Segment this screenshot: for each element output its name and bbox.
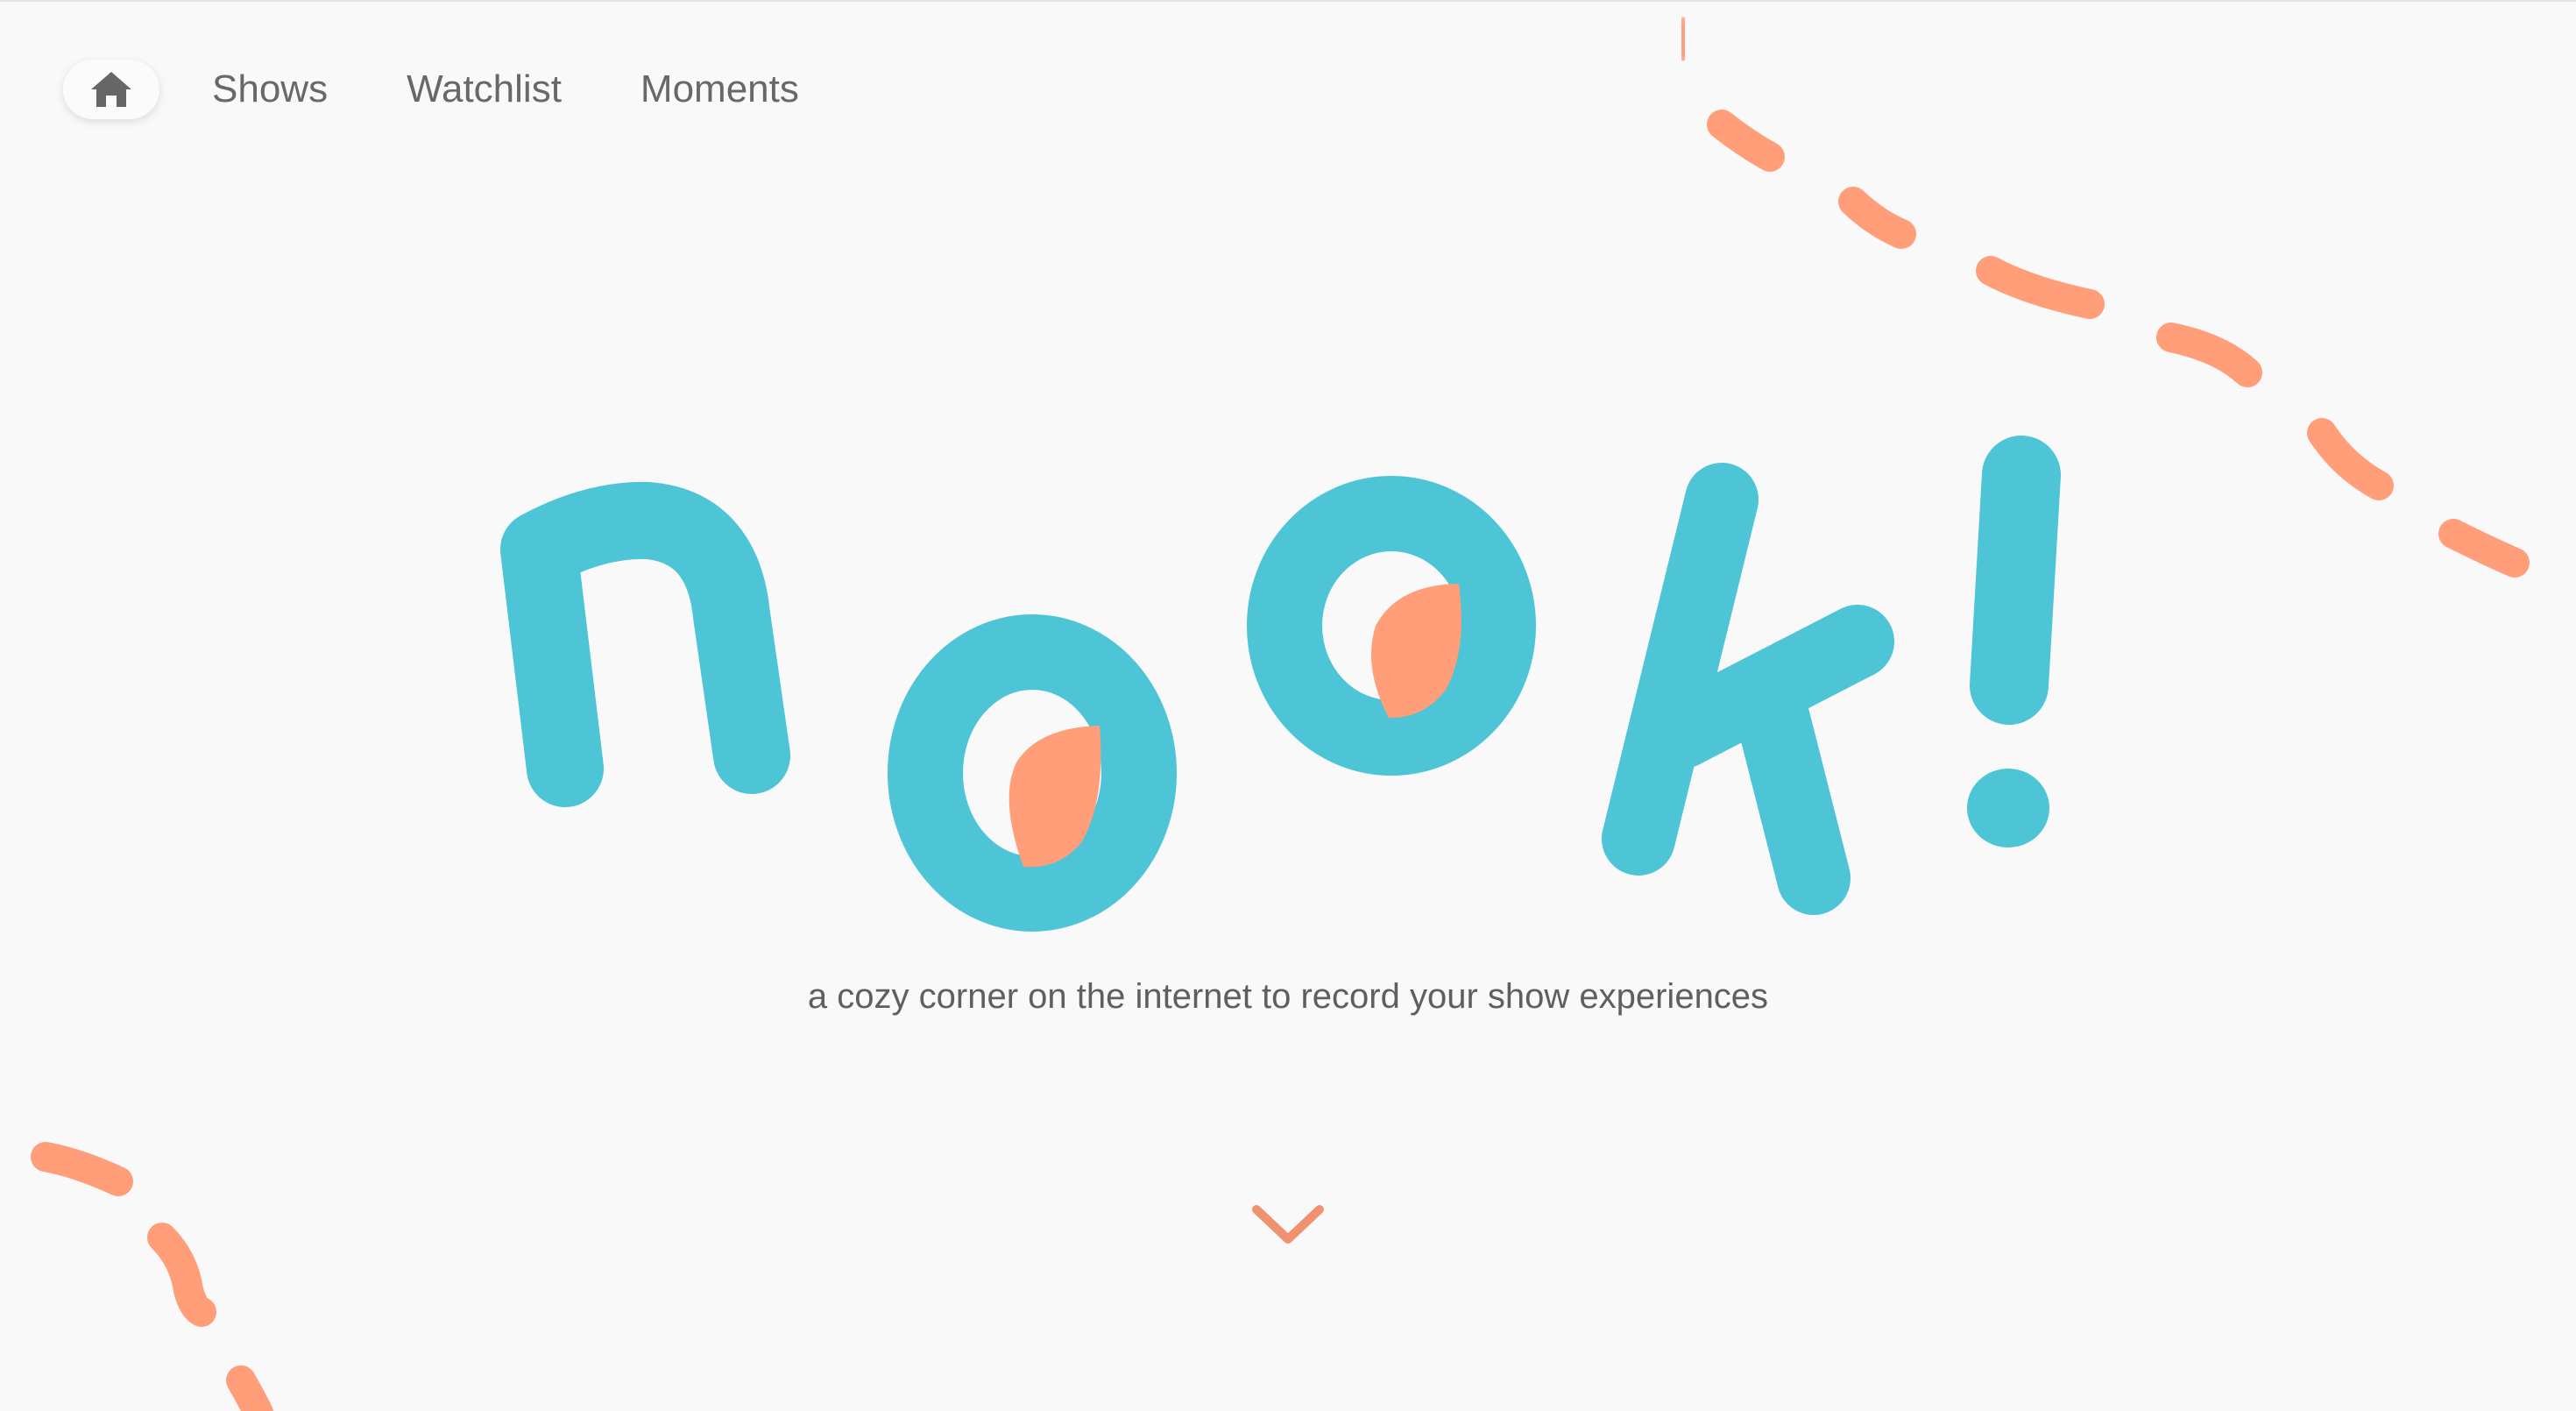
home-icon (91, 72, 131, 107)
logo-exclamation (1967, 436, 2061, 847)
hero-tagline: a cozy corner on the internet to record … (807, 977, 1769, 1016)
scroll-down-button[interactable] (1244, 1197, 1332, 1259)
nav-link-watchlist[interactable]: Watchlist (407, 58, 562, 121)
nav-link-moments[interactable]: Moments (640, 58, 799, 121)
page: Shows Watchlist Moments a cozy corner on… (0, 0, 2576, 1411)
nav-link-shows[interactable]: Shows (212, 58, 328, 121)
logo-letter-o-2 (1247, 476, 1536, 776)
home-button[interactable] (63, 60, 159, 119)
logo-letter-k (1602, 463, 1894, 915)
chevron-down-icon (1252, 1205, 1324, 1244)
logo-letter-o-1 (888, 614, 1177, 932)
top-nav: Shows Watchlist Moments (63, 58, 799, 121)
logo-letter-n (500, 481, 790, 807)
nook-logo (500, 436, 2061, 932)
